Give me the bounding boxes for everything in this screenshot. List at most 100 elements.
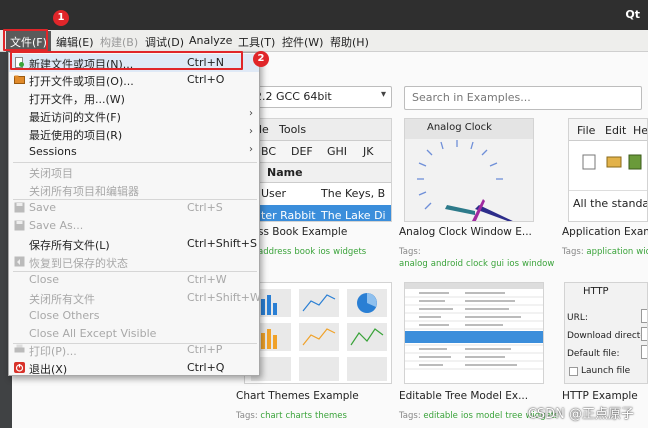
step-badge-1: 1 [53,10,69,26]
menu-item-close[interactable]: Close Ctrl+W [9,271,259,289]
tag[interactable]: charts [286,411,313,421]
tag[interactable]: ios [507,259,519,269]
chart-themes-preview [251,289,387,381]
menu-tools[interactable]: 工具(T) [238,34,275,50]
analog-clock-titlebar: Analog Clock [405,119,533,139]
menu-item-recent-projects[interactable]: 最近使用的项目(R) › [9,125,259,143]
menu-item-close-project[interactable]: 关闭项目 [9,163,259,181]
tag[interactable]: widgets [333,247,366,257]
menu-item-open-file-or-project[interactable]: 打开文件或项目(O)... Ctrl+O [9,71,259,89]
tag[interactable]: themes [315,411,347,421]
highlight-file-menu [3,29,48,51]
qt-version-combo[interactable]: 2.2 GCC 64bit ▾ [248,86,392,108]
http-launch-checkbox [569,367,578,376]
chart-themes-thumbnail[interactable] [244,282,392,384]
examples-search-input[interactable]: Search in Examples... [404,86,642,110]
tag[interactable]: window [522,259,554,269]
ab-tabs: BC DEF GHI JK [245,141,391,163]
tag[interactable]: address [258,247,291,257]
ab-tab: GHI [327,145,348,158]
analog-clock-thumbnail[interactable]: Analog Clock [404,118,534,222]
tag[interactable]: widgets [636,247,648,257]
menu-item-label: Save [29,201,57,214]
tag[interactable]: model [476,411,502,421]
app-menu-file: File [577,124,596,137]
http-window-title: HTTP [583,286,609,297]
app-menubar: File Edit He [569,119,647,141]
menu-item-close-all-projects[interactable]: 关闭所有项目和编辑器 [9,181,259,199]
menu-help[interactable]: 帮助(H) [330,34,369,50]
watermark: CSDN @正点原子 [527,407,634,422]
menu-analyze[interactable]: Analyze [189,34,232,47]
application-thumbnail[interactable]: File Edit He All the standard [568,118,648,222]
tag[interactable]: book [294,247,315,257]
analog-clock-window: Analog Clock [405,119,533,221]
tag[interactable]: application [586,247,633,257]
application-tags: Tags: applicationwidgets [562,246,648,258]
analog-clock-tags: Tags: analog android clock gui ios window [399,246,554,270]
title-bar: Qt [0,0,648,30]
menu-item-shortcut: Ctrl+Shift+W [187,291,261,304]
tag[interactable]: chart [260,411,282,421]
chart-themes-title[interactable]: Chart Themes Example [236,390,359,402]
ab-tab: JK [363,145,374,158]
tags-label: Tags: [562,247,584,257]
chevron-right-icon: › [249,126,253,137]
tag[interactable]: android [431,259,463,269]
menu-item-save[interactable]: Save Ctrl+S [9,199,259,217]
menu-item-save-as[interactable]: Save As... [9,217,259,235]
menu-item-shortcut: Ctrl+W [187,273,227,286]
menu-item-label: Save As... [29,219,84,232]
editable-tree-title[interactable]: Editable Tree Model Ex... [399,390,528,402]
address-book-thumbnail[interactable]: le Tools BC DEF GHI JK Name User The Key… [244,118,392,222]
menu-item-sessions[interactable]: Sessions › [9,143,259,161]
menu-item-exit[interactable]: 退出(X) Ctrl+Q [9,359,259,377]
tag[interactable]: ios [461,411,473,421]
menu-item-label: Sessions [29,145,77,158]
ab-header: Name [245,163,391,183]
menu-item-close-others[interactable]: Close Others [9,307,259,325]
tag[interactable]: analog [399,259,428,269]
tags-label: Tags: [236,411,258,421]
http-launch-label: Launch file [581,366,631,376]
ab-cell: The Keys, B [321,187,386,200]
menu-item-print[interactable]: 打印(P)... Ctrl+P [9,341,259,359]
http-file-label: Default file: [567,349,620,359]
ab-menu-file: le [259,123,269,136]
power-icon [14,362,25,373]
tag[interactable]: gui [491,259,504,269]
clock-face-icon [417,140,513,221]
application-title[interactable]: Application Example [562,226,648,238]
editable-tree-preview [405,283,543,370]
menu-item-close-all[interactable]: 关闭所有文件 Ctrl+Shift+W [9,289,261,307]
menu-item-save-all[interactable]: 保存所有文件(L) Ctrl+Shift+S [9,235,259,253]
http-url-input [641,309,647,323]
menu-item-label: Close All Except Visible [29,327,157,340]
menu-debug[interactable]: 调试(D) [145,34,184,50]
menu-item-shortcut: Ctrl+Q [187,361,225,374]
menu-bar: 文件(F) 编辑(E) 构建(B) 调试(D) Analyze 工具(T) 控件… [0,30,648,53]
analog-clock-window-title: Analog Clock [427,122,492,133]
menu-item-revert-to-saved[interactable]: 恢复到已保存的状态 [9,253,259,271]
tag[interactable]: ios [318,247,330,257]
file-menu-dropdown: 新建文件或项目(N)... Ctrl+N 打开文件或项目(O)... Ctrl+… [8,52,261,377]
menu-build[interactable]: 构建(B) [100,34,138,50]
http-title[interactable]: HTTP Example [562,390,638,402]
http-thumbnail[interactable]: HTTP URL: Download directory: Default fi… [564,282,648,384]
editable-tree-thumbnail[interactable] [404,282,544,384]
ab-cell: User [261,187,287,200]
address-book-title[interactable]: ss Book Example [258,226,347,238]
tag[interactable]: clock [466,259,488,269]
menu-edit[interactable]: 编辑(E) [56,34,94,50]
menu-item-label: 打印(P)... [29,345,77,358]
menu-item-recent-files[interactable]: 最近访问的文件(F) › [9,107,259,125]
tag[interactable]: tree [505,411,522,421]
tags-label: Tags: [399,411,421,421]
menu-widgets[interactable]: 控件(W) [282,34,323,50]
tag[interactable]: editable [423,411,458,421]
http-url-label: URL: [567,313,588,323]
menu-item-label: 最近使用的项目(R) [29,129,123,142]
ab-menu-tools: Tools [279,123,307,136]
menu-item-open-with[interactable]: 打开文件，用...(W) [9,89,259,107]
analog-clock-title[interactable]: Analog Clock Window E... [399,226,532,238]
